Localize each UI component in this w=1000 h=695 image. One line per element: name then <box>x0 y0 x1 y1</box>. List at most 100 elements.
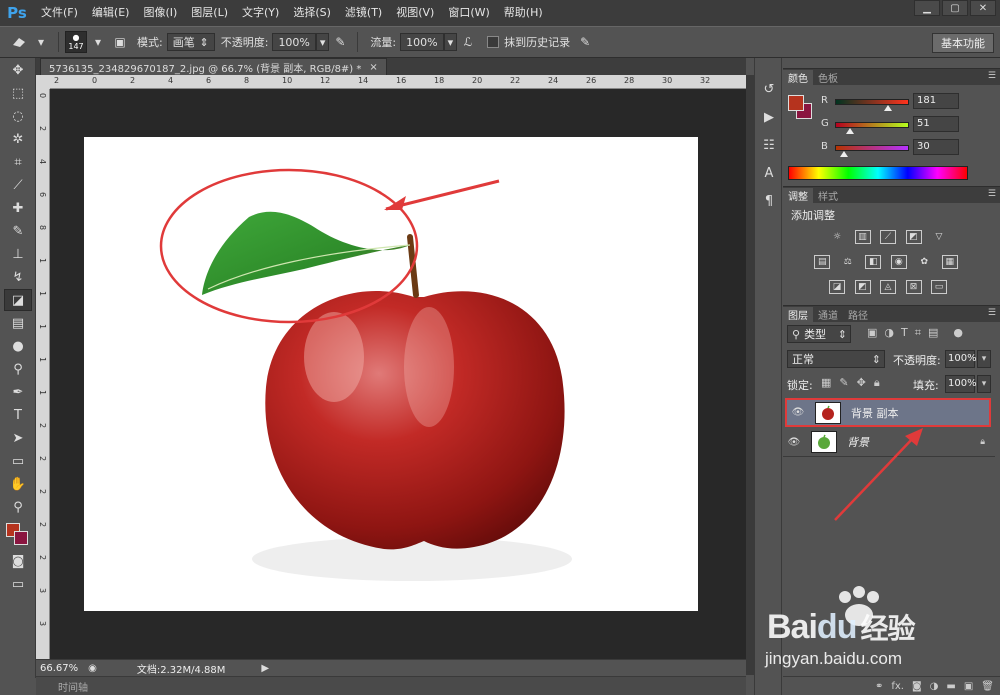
menu-file[interactable]: 文件(F) <box>34 0 85 26</box>
fill-input[interactable]: 100% <box>945 375 977 393</box>
color-lookup-icon[interactable]: ▦ <box>941 255 958 269</box>
minimize-button[interactable]: ▁ <box>914 0 940 16</box>
tab-paths[interactable]: 路径 <box>843 307 873 322</box>
history-brush-icon[interactable]: ↯ <box>4 266 32 288</box>
g-slider-thumb[interactable] <box>845 128 854 134</box>
exposure-icon[interactable]: ◩ <box>905 230 922 244</box>
new-group-icon[interactable]: ▬ <box>946 681 955 692</box>
menu-view[interactable]: 视图(V) <box>389 0 441 26</box>
lock-position-icon[interactable]: ✥ <box>857 376 866 390</box>
shape-filter-icon[interactable]: ⌗ <box>915 326 921 340</box>
brightness-icon[interactable]: ☼ <box>829 231 845 245</box>
visibility-eye-icon[interactable]: 👁︎ <box>783 437 805 448</box>
r-slider[interactable] <box>835 99 909 105</box>
brush-preset-picker[interactable]: ● 147 <box>65 31 87 53</box>
crop-tool-icon[interactable]: ⌗ <box>4 151 32 173</box>
hue-saturation-icon[interactable]: ▤ <box>814 255 831 269</box>
menu-image[interactable]: 图像(I) <box>136 0 184 26</box>
blur-tool-icon[interactable]: ● <box>4 335 32 357</box>
document-tab[interactable]: 5736135_234829670187_2.jpg @ 66.7% (背景 副… <box>40 58 387 75</box>
b-slider-thumb[interactable] <box>839 151 848 157</box>
new-adjustment-icon[interactable]: ◑ <box>930 681 939 692</box>
panel-fg-swatch[interactable] <box>788 95 804 111</box>
paragraph-panel-icon[interactable]: ¶ <box>758 190 780 212</box>
menu-layer[interactable]: 图层(L) <box>184 0 235 26</box>
eyedropper-tool-icon[interactable]: ⟋ <box>4 174 32 196</box>
pen-tool-icon[interactable]: ✒ <box>4 381 32 403</box>
layer-opacity-dropdown[interactable]: ▾ <box>977 350 991 368</box>
doc-info[interactable]: 文档:2.32M/4.88M <box>137 661 226 676</box>
lasso-tool-icon[interactable]: ◌ <box>4 105 32 127</box>
layer-filter-select[interactable]: ⚲ 类型 ⇕ <box>787 325 851 343</box>
path-select-icon[interactable]: ➤ <box>4 427 32 449</box>
stamp-tool-icon[interactable]: ⊥ <box>4 243 32 265</box>
quick-mask-icon[interactable]: ◙ <box>4 550 32 572</box>
zoom-level[interactable]: 66.67% <box>40 663 78 674</box>
tab-adjustments[interactable]: 调整 <box>783 188 813 203</box>
move-tool-icon[interactable]: ✥ <box>4 59 32 81</box>
canvas-area[interactable] <box>50 89 746 659</box>
adjustment-filter-icon[interactable]: ◑ <box>884 326 894 340</box>
character-panel-icon[interactable]: A <box>758 162 780 184</box>
vertical-ruler[interactable]: 0 2 4 6 8 1 1 1 1 1 2 2 2 2 2 3 3 <box>36 89 50 659</box>
document-canvas[interactable] <box>84 137 698 611</box>
status-info-icon[interactable]: ◉ <box>88 663 97 674</box>
menu-select[interactable]: 选择(S) <box>286 0 338 26</box>
brush-tool-icon[interactable]: ✎ <box>4 220 32 242</box>
panel-menu-icon[interactable]: ☰ <box>988 308 996 318</box>
history-panel-icon[interactable]: ↺ <box>758 78 780 100</box>
b-value-input[interactable]: 30 <box>913 139 959 155</box>
panel-menu-icon[interactable]: ☰ <box>988 71 996 81</box>
ruler-corner[interactable] <box>36 75 50 89</box>
flow-input[interactable]: 100% <box>400 33 444 51</box>
filter-toggle-icon[interactable]: ● <box>953 326 963 340</box>
image-filter-icon[interactable]: ▣ <box>867 326 877 340</box>
mode-select[interactable]: 画笔 ⇕ <box>166 33 215 51</box>
new-layer-icon[interactable]: ▣ <box>964 681 973 692</box>
pressure-opacity-icon[interactable]: ✎ <box>331 33 349 51</box>
tab-layers[interactable]: 图层 <box>783 307 813 322</box>
actions-panel-icon[interactable]: ▶ <box>758 106 780 128</box>
black-white-icon[interactable]: ◧ <box>865 255 882 269</box>
r-slider-thumb[interactable] <box>883 105 892 111</box>
channel-mixer-icon[interactable]: ✿ <box>916 256 932 270</box>
smart-filter-icon[interactable]: ▤ <box>928 326 938 340</box>
maximize-button[interactable]: ▢ <box>942 0 968 16</box>
shape-tool-icon[interactable]: ▭ <box>4 450 32 472</box>
delete-layer-icon[interactable]: 🗑︎ <box>981 681 994 692</box>
vibrance-icon[interactable]: ▽ <box>931 231 947 245</box>
eraser-tool-icon[interactable] <box>10 33 28 51</box>
horizontal-ruler[interactable]: 2 0 2 4 6 8 10 12 14 16 18 20 22 24 26 28 30 32 <box>50 75 746 89</box>
play-arrow-icon[interactable]: ▶ <box>261 663 269 674</box>
gradient-map-icon[interactable]: ▭ <box>931 280 947 294</box>
workspace-button[interactable]: 基本功能 <box>932 33 994 53</box>
menu-help[interactable]: 帮助(H) <box>497 0 550 26</box>
color-balance-icon[interactable]: ⚖ <box>840 256 856 270</box>
marquee-tool-icon[interactable]: ⬚ <box>4 82 32 104</box>
timeline-tab[interactable]: 时间轴 <box>36 676 746 695</box>
chevron-down-icon[interactable]: ▾ <box>89 33 107 51</box>
link-layers-icon[interactable]: ⚭ <box>875 681 883 692</box>
chevron-down-icon[interactable]: ▾ <box>32 33 50 51</box>
g-value-input[interactable]: 51 <box>913 116 959 132</box>
brush-panel-icon[interactable]: ▣ <box>111 33 129 51</box>
eraser-tool-icon[interactable]: ◪ <box>4 289 32 311</box>
layer-opacity-input[interactable]: 100% <box>945 350 977 368</box>
lock-pixels-icon[interactable]: ✎ <box>839 376 848 390</box>
type-tool-icon[interactable]: T <box>4 404 32 426</box>
tab-styles[interactable]: 样式 <box>813 188 843 203</box>
flow-dropdown[interactable]: ▾ <box>443 33 458 51</box>
hand-tool-icon[interactable]: ✋ <box>4 473 32 495</box>
blend-mode-select[interactable]: 正常 ⇕ <box>787 350 885 368</box>
layer-style-icon[interactable]: fx. <box>891 681 904 692</box>
visibility-eye-icon[interactable]: 👁︎ <box>787 407 809 418</box>
r-value-input[interactable]: 181 <box>913 93 959 109</box>
threshold-icon[interactable]: ◬ <box>880 280 896 294</box>
lock-transparent-icon[interactable]: ▦ <box>821 376 831 390</box>
magic-wand-icon[interactable]: ✲ <box>4 128 32 150</box>
opacity-dropdown[interactable]: ▾ <box>315 33 330 51</box>
vertical-scrollbar[interactable] <box>746 75 754 675</box>
tab-color[interactable]: 颜色 <box>783 70 813 85</box>
healing-brush-icon[interactable]: ✚ <box>4 197 32 219</box>
type-filter-icon[interactable]: T <box>901 326 908 340</box>
